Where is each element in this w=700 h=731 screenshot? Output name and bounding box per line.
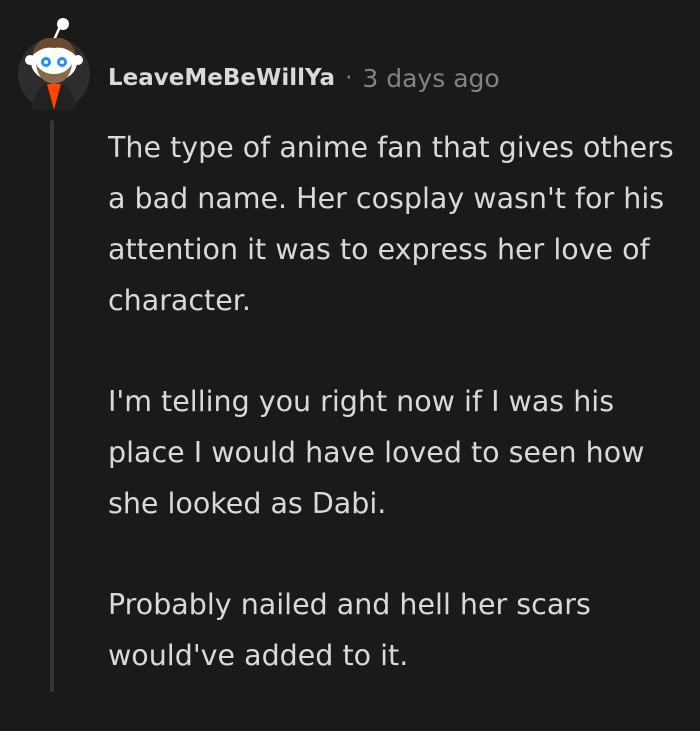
comment-header: LeaveMeBeWillYa · 3 days ago bbox=[108, 60, 500, 96]
comment-paragraph: The type of anime fan that gives others … bbox=[108, 131, 674, 317]
username-link[interactable]: LeaveMeBeWillYa bbox=[108, 65, 335, 91]
comment: LeaveMeBeWillYa · 3 days ago The type of… bbox=[0, 0, 700, 692]
comment-body: The type of anime fan that gives others … bbox=[108, 122, 693, 731]
thread-collapse-line[interactable] bbox=[50, 120, 54, 692]
user-avatar[interactable] bbox=[16, 18, 92, 112]
comment-paragraph: I'm telling you right now if I was his p… bbox=[108, 385, 645, 520]
reddit-snoo-avatar-icon bbox=[18, 18, 90, 110]
comment-paragraph: Probably nailed and hell her scars would… bbox=[108, 588, 591, 672]
meta-separator: · bbox=[345, 65, 353, 91]
comment-timestamp[interactable]: 3 days ago bbox=[362, 64, 499, 93]
